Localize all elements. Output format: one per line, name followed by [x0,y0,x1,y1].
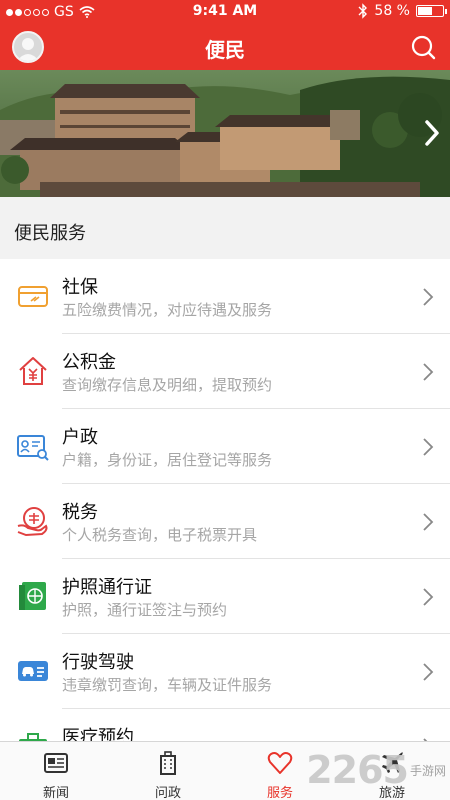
list-item-passport[interactable]: 护照通行证 护照，通行证签注与预约 [0,559,450,634]
tab-label: 新闻 [42,786,69,800]
list-item-tax[interactable]: 税务 个人税务查询，电子税票开具 [0,484,450,559]
chevron-right-icon [423,363,434,381]
item-description: 查询缴存信息及明细，提取预约 [62,376,273,394]
banner-carousel[interactable] [0,70,450,197]
status-right: 58 % [358,3,447,19]
search-icon[interactable] [410,34,436,60]
item-title: 行驶驾驶 [62,652,134,673]
id-card-search-icon [17,435,49,461]
news-icon [44,753,68,773]
status-bar: GS 9:41 AM 58 % [0,0,450,24]
watermark-number: 2265 [306,748,409,792]
watermark: 2265 手游网 [306,748,446,792]
chevron-right-icon[interactable] [422,118,442,148]
bluetooth-icon [358,3,368,19]
section-header: 便民服务 [0,197,450,259]
chevron-right-icon [423,513,434,531]
building-icon [160,751,176,775]
item-description: 户籍，身份证，居住登记等服务 [62,451,273,469]
card-icon [18,286,48,307]
item-description: 违章缴罚查询，车辆及证件服务 [62,676,273,694]
tab-news[interactable]: 新闻 [0,742,112,800]
car-license-icon [18,661,48,681]
item-description: 个人税务查询，电子税票开具 [62,526,258,544]
chevron-right-icon [423,663,434,681]
item-title: 户政 [62,427,98,448]
battery-percent: 58 % [374,3,410,19]
list-item-driving[interactable]: 行驶驾驶 违章缴罚查询，车辆及证件服务 [0,634,450,709]
chevron-right-icon [423,588,434,606]
item-title: 社保 [62,277,98,298]
chevron-right-icon [423,288,434,306]
service-list: 社保 五险缴费情况，对应待遇及服务 公积金 查询缴存信息及明细，提取预约 户政 … [0,259,450,784]
item-title: 公积金 [62,352,116,373]
passport-icon [19,582,46,610]
item-title: 税务 [62,502,98,523]
item-description: 五险缴费情况，对应待遇及服务 [62,301,273,319]
list-item-social-security[interactable]: 社保 五险缴费情况，对应待遇及服务 [0,259,450,334]
tax-hand-icon [17,507,48,537]
watermark-text: 手游网 [409,763,446,778]
house-yuan-icon [19,357,47,385]
section-title: 便民服务 [14,223,86,244]
item-title: 护照通行证 [62,577,152,598]
battery-icon [416,5,447,17]
chevron-right-icon [423,438,434,456]
page-title: 便民 [205,38,245,62]
list-item-household[interactable]: 户政 户籍，身份证，居住登记等服务 [0,409,450,484]
item-description: 护照，通行证签注与预约 [62,601,228,619]
heart-icon [267,752,293,774]
list-item-housing-fund[interactable]: 公积金 查询缴存信息及明细，提取预约 [0,334,450,409]
banner-image [0,70,450,197]
tab-label: 问政 [154,786,181,800]
tab-inquiry[interactable]: 问政 [112,742,224,800]
navigation-bar: 便民 [0,24,450,70]
